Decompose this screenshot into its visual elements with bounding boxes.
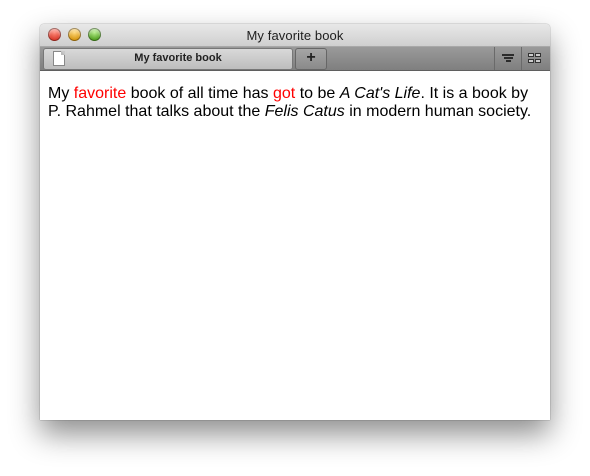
tab-overview-button[interactable] bbox=[521, 47, 548, 70]
highlight-favorite: favorite bbox=[73, 85, 127, 102]
text-run: My bbox=[48, 85, 74, 102]
tab-my-favorite-book[interactable]: My favorite book bbox=[43, 48, 293, 70]
text-run: in modern human society. bbox=[344, 103, 532, 120]
page-content: My favorite book of all time has got to … bbox=[40, 71, 550, 420]
text-run: book of all time has bbox=[126, 85, 273, 102]
title-bar[interactable]: My favorite book bbox=[40, 24, 550, 47]
tab-bar: My favorite book + bbox=[40, 47, 550, 71]
page-icon bbox=[53, 51, 65, 66]
browser-window: My favorite book My favorite book + My f… bbox=[40, 24, 550, 420]
text-run: to be bbox=[295, 85, 340, 102]
book-paragraph: My favorite book of all time has got to … bbox=[48, 85, 542, 121]
highlight-got: got bbox=[273, 85, 296, 102]
book-title: A Cat's Life bbox=[339, 85, 421, 102]
new-tab-button[interactable]: + bbox=[295, 48, 327, 70]
grid-icon bbox=[528, 53, 542, 64]
species-name: Felis Catus bbox=[264, 103, 345, 120]
tab-list-button[interactable] bbox=[494, 47, 521, 70]
window-title: My favorite book bbox=[246, 28, 344, 43]
list-icon bbox=[502, 54, 514, 63]
tab-label: My favorite book bbox=[134, 52, 222, 64]
